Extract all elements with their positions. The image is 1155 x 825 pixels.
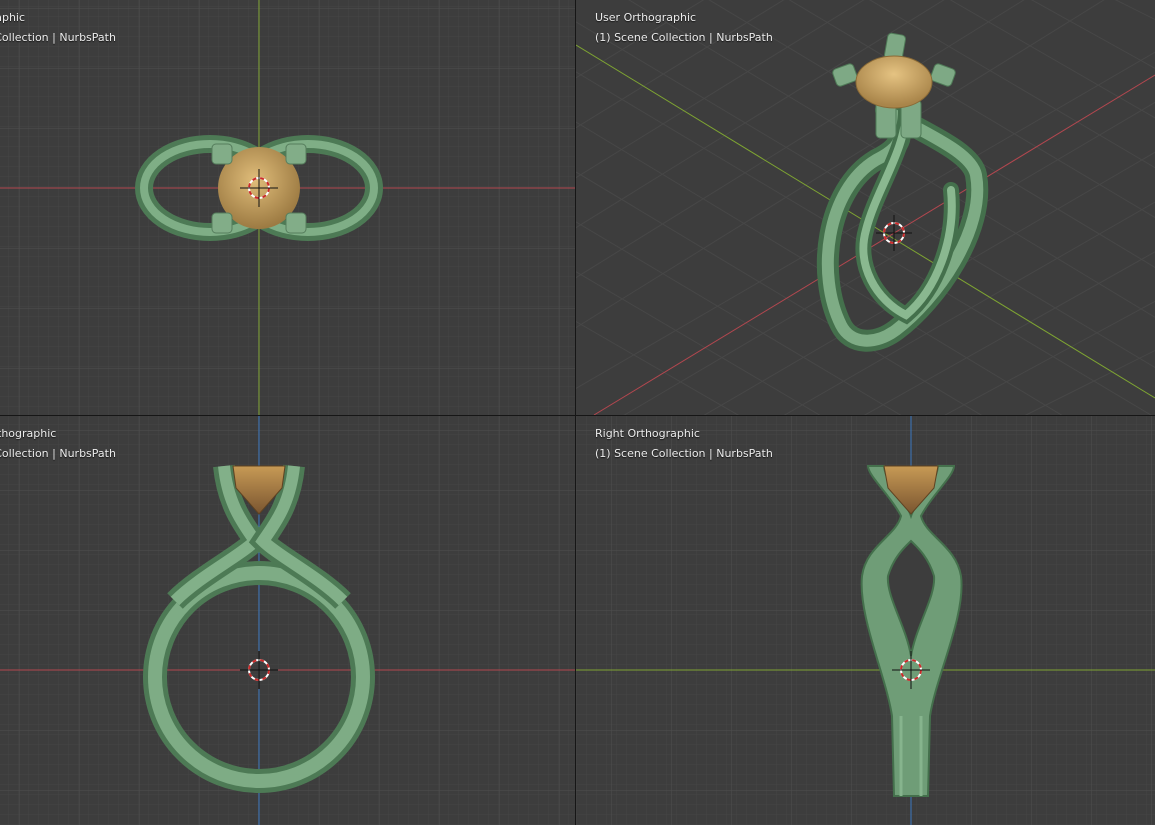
collection-label: ne Collection | NurbsPath	[0, 447, 116, 460]
viewport-front[interactable]: thographic ne Collection | NurbsPath	[0, 416, 575, 825]
view-name-label: ographic	[0, 11, 26, 24]
collection-label: (1) Scene Collection | NurbsPath	[595, 447, 773, 460]
3d-cursor	[876, 215, 912, 251]
view-name-label: thographic	[0, 427, 57, 440]
viewport-user-scene	[576, 0, 1155, 415]
view-name-label: Right Orthographic	[595, 427, 700, 440]
viewport-info: ographic ne Collection | NurbsPath	[0, 8, 116, 48]
viewport-user[interactable]: User Orthographic (1) Scene Collection |…	[576, 0, 1155, 415]
ring-user-view	[816, 99, 989, 352]
viewport-info: User Orthographic (1) Scene Collection |…	[595, 8, 773, 48]
viewport-front-scene	[0, 416, 575, 825]
x-axis-line	[593, 74, 1155, 415]
viewport-top[interactable]: ographic ne Collection | NurbsPath	[0, 0, 575, 415]
viewport-right[interactable]: Right Orthographic (1) Scene Collection …	[576, 416, 1155, 825]
viewport-right-scene	[576, 416, 1155, 825]
collection-label: ne Collection | NurbsPath	[0, 31, 116, 44]
view-name-label: User Orthographic	[595, 11, 697, 24]
viewport-info: Right Orthographic (1) Scene Collection …	[595, 424, 773, 464]
viewport-info: thographic ne Collection | NurbsPath	[0, 424, 116, 464]
viewport-top-scene	[0, 0, 575, 415]
collection-label: (1) Scene Collection | NurbsPath	[595, 31, 773, 44]
gem-user-view	[855, 55, 933, 109]
